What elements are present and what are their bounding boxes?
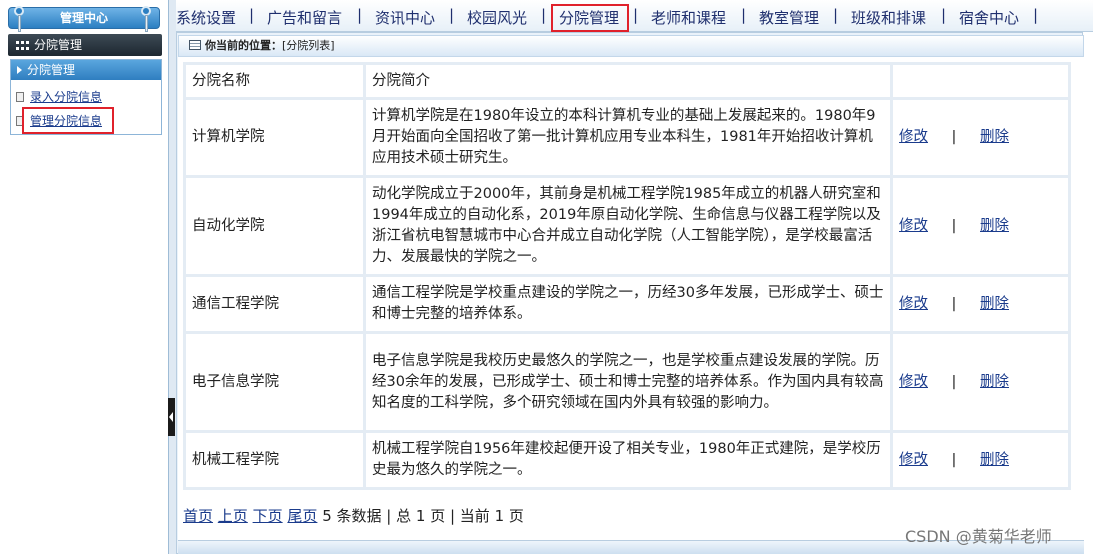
first-page-link[interactable]: 首页: [183, 507, 213, 525]
edit-link[interactable]: 修改: [899, 452, 928, 468]
tab-news-center[interactable]: 资讯中心: [375, 7, 435, 28]
current-suffix: 页: [508, 507, 524, 525]
table-row: 计算机学院 计算机学院是在1980年设立的本科计算机专业的基础上发展起来的。19…: [186, 100, 1068, 175]
table-row: 机械工程学院 机械工程学院自1956年建校起便开设了相关专业，1980年正式建院…: [186, 433, 1068, 487]
action-separator: |: [951, 217, 957, 234]
total-pages: 1: [415, 507, 426, 525]
triangle-right-icon: [17, 66, 22, 74]
next-page-link[interactable]: 下页: [253, 507, 283, 525]
highlight-box: [22, 107, 114, 134]
table-row: 自动化学院 动化学院成立于2000年，其前身是机械工程学院1985年成立的机器人…: [186, 178, 1068, 274]
branch-intro: 机械工程学院自1956年建校起便开设了相关专业，1980年正式建院，是学校历史最…: [366, 433, 890, 487]
grid-icon: [16, 41, 29, 50]
action-separator: |: [951, 295, 957, 312]
breadcrumb-prefix: 你当前的位置：: [205, 39, 282, 52]
table-row: 电子信息学院 电子信息学院是我校历史最悠久的学院之一，也是学校重点建设发展的学院…: [186, 334, 1068, 430]
tab-class-scheduling[interactable]: 班级和排课: [851, 7, 926, 28]
row-actions: 修改 | 删除: [893, 100, 1068, 175]
row-actions: 修改 | 删除: [893, 433, 1068, 487]
sidebar-panel-label: 分院管理: [27, 63, 76, 77]
column-header-ops: [893, 65, 1068, 97]
edit-link[interactable]: 修改: [899, 296, 928, 312]
sidebar-header: 管理中心: [8, 7, 160, 29]
row-actions: 修改 | 删除: [893, 334, 1068, 430]
breadcrumb: 你当前的位置：[分院列表]: [178, 35, 1084, 57]
highlight-box: [551, 4, 629, 32]
branch-table: 分院名称 分院简介 计算机学院 计算机学院是在1980年设立的本科计算机专业的基…: [183, 62, 1071, 490]
nav-separator: |: [357, 6, 363, 24]
edit-link[interactable]: 修改: [899, 129, 928, 145]
branch-name: 通信工程学院: [186, 277, 363, 331]
sidebar-module[interactable]: 分院管理: [8, 34, 162, 56]
action-separator: |: [951, 129, 957, 145]
delete-link[interactable]: 删除: [980, 218, 1009, 234]
sidebar-module-title: 分院管理: [34, 38, 83, 52]
action-separator: |: [951, 373, 957, 390]
nav-separator: |: [249, 6, 255, 24]
delete-link[interactable]: 删除: [980, 452, 1009, 468]
pages-suffix: 页 | 当前: [430, 507, 490, 525]
action-separator: |: [951, 451, 957, 468]
branch-intro: 电子信息学院是我校历史最悠久的学院之一，也是学校重点建设发展的学院。历经30余年…: [366, 334, 890, 430]
branch-name: 机械工程学院: [186, 433, 363, 487]
branch-name: 计算机学院: [186, 100, 363, 175]
last-page-link[interactable]: 尾页: [287, 507, 317, 525]
delete-link[interactable]: 删除: [980, 374, 1009, 390]
sidebar-item-label: 录入分院信息: [30, 90, 103, 104]
pagination: 首页 上页 下页 尾页 5 条数据 | 总 1 页 | 当前 1 页: [183, 505, 524, 526]
nav-separator: |: [541, 6, 547, 24]
breadcrumb-path: [分院列表]: [282, 39, 335, 52]
list-icon: [189, 40, 201, 50]
branch-intro: 动化学院成立于2000年，其前身是机械工程学院1985年成立的机器人研究室和19…: [366, 178, 890, 274]
tab-classroom-management[interactable]: 教室管理: [759, 7, 819, 28]
table-row: 通信工程学院 通信工程学院是学校重点建设的学院之一，历经30多年发展，已形成学士…: [186, 277, 1068, 331]
records-suffix: 条数据 | 总: [336, 507, 412, 525]
delete-link[interactable]: 删除: [980, 129, 1009, 145]
tab-ads-messages[interactable]: 广告和留言: [267, 7, 342, 28]
nav-separator: |: [449, 6, 455, 24]
prev-page-link[interactable]: 上页: [218, 507, 248, 525]
row-actions: 修改 | 删除: [893, 178, 1068, 274]
table-header-row: 分院名称 分院简介: [186, 65, 1068, 97]
sidebar-header-title: 管理中心: [59, 11, 108, 25]
branch-intro: 计算机学院是在1980年设立的本科计算机专业的基础上发展起来的。1980年9月开…: [366, 100, 890, 175]
branch-name: 电子信息学院: [186, 334, 363, 430]
nav-separator: |: [741, 6, 747, 24]
nav-separator: |: [833, 6, 839, 24]
current-page: 1: [494, 507, 505, 525]
column-header-name: 分院名称: [186, 65, 363, 97]
tab-campus-scenery[interactable]: 校园风光: [467, 7, 527, 28]
nav-separator: |: [633, 6, 639, 24]
tab-dormitory-center[interactable]: 宿舍中心: [959, 7, 1019, 28]
tab-system-settings[interactable]: 系统设置: [176, 7, 236, 28]
tab-teachers-courses[interactable]: 老师和课程: [651, 7, 726, 28]
binder-ring-icon: [13, 6, 25, 32]
row-actions: 修改 | 删除: [893, 277, 1068, 331]
document-icon: [16, 92, 24, 102]
collapse-toggle[interactable]: [168, 398, 175, 436]
splitter[interactable]: [168, 0, 176, 554]
binder-ring-icon: [140, 6, 152, 32]
sidebar-item-add-branch[interactable]: 录入分院信息: [16, 88, 102, 105]
edit-link[interactable]: 修改: [899, 374, 928, 390]
branch-intro: 通信工程学院是学校重点建设的学院之一，历经30多年发展，已形成学士、硕士和博士完…: [366, 277, 890, 331]
nav-separator: |: [1033, 6, 1039, 24]
sidebar-panel-title[interactable]: 分院管理: [11, 60, 161, 80]
nav-separator: |: [941, 6, 947, 24]
column-header-intro: 分院简介: [366, 65, 890, 97]
delete-link[interactable]: 删除: [980, 296, 1009, 312]
branch-name: 自动化学院: [186, 178, 363, 274]
watermark: CSDN @黄菊华老师: [905, 527, 1052, 546]
total-records: 5: [322, 507, 332, 525]
edit-link[interactable]: 修改: [899, 218, 928, 234]
